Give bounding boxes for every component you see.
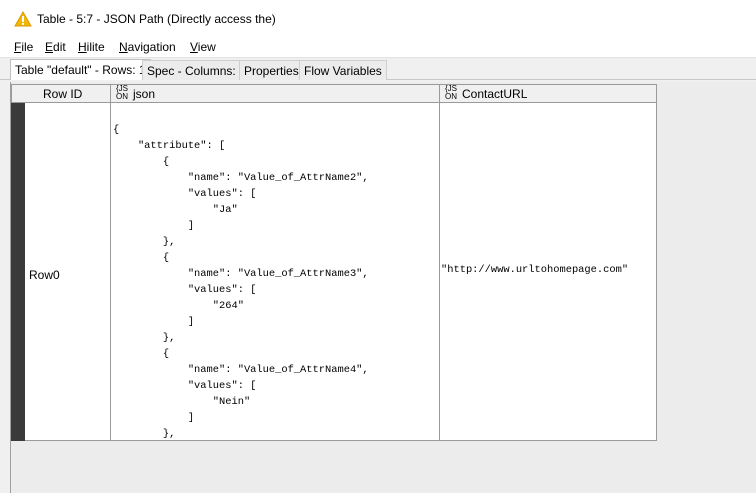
tab-table-default[interactable]: Table "default" - Rows: 1 (10, 59, 151, 80)
tab-properties[interactable]: Properties (239, 60, 304, 80)
table-cell-row-id[interactable]: Row0 (11, 103, 111, 441)
menu-bar: File Edit Hilite Navigation View (0, 36, 756, 57)
menu-view[interactable]: View (190, 40, 216, 54)
column-header-label: json (133, 87, 156, 101)
json-type-icon: {JS ON (444, 84, 457, 101)
table-cell-json[interactable]: { "attribute": [ { "name": "Value_of_Att… (110, 103, 440, 441)
menu-navigation[interactable]: Navigation (119, 40, 176, 54)
window-title: Table - 5:7 - JSON Path (Directly access… (37, 12, 276, 26)
tab-flow-variables[interactable]: Flow Variables (299, 60, 387, 80)
row-id-label: Row0 (29, 268, 60, 282)
menu-edit[interactable]: Edit (45, 40, 66, 54)
menu-hilite[interactable]: Hilite (78, 40, 105, 54)
column-header-contacturl[interactable]: {JS ON ContactURL (439, 84, 657, 103)
warning-icon (14, 11, 32, 27)
column-header-label: ContactURL (462, 87, 528, 101)
column-header-label: Row ID (43, 87, 83, 101)
tab-spec-columns[interactable]: Spec - Columns: 2 (142, 60, 251, 80)
tab-bar: Table "default" - Rows: 1 Spec - Columns… (0, 57, 756, 80)
table-cell-contacturl[interactable]: "http://www.urltohomepage.com" (439, 103, 657, 441)
row-marker (11, 103, 25, 441)
menu-file[interactable]: File (14, 40, 33, 54)
column-header-row-id[interactable]: Row ID (11, 84, 111, 103)
contacturl-cell-value: "http://www.urltohomepage.com" (441, 264, 629, 276)
column-header-json[interactable]: {JS ON json (110, 84, 440, 103)
json-cell-value: { "attribute": [ { "name": "Value_of_Att… (113, 124, 369, 440)
json-type-icon: {JS ON (115, 84, 128, 101)
title-bar: Table - 5:7 - JSON Path (Directly access… (0, 0, 756, 36)
